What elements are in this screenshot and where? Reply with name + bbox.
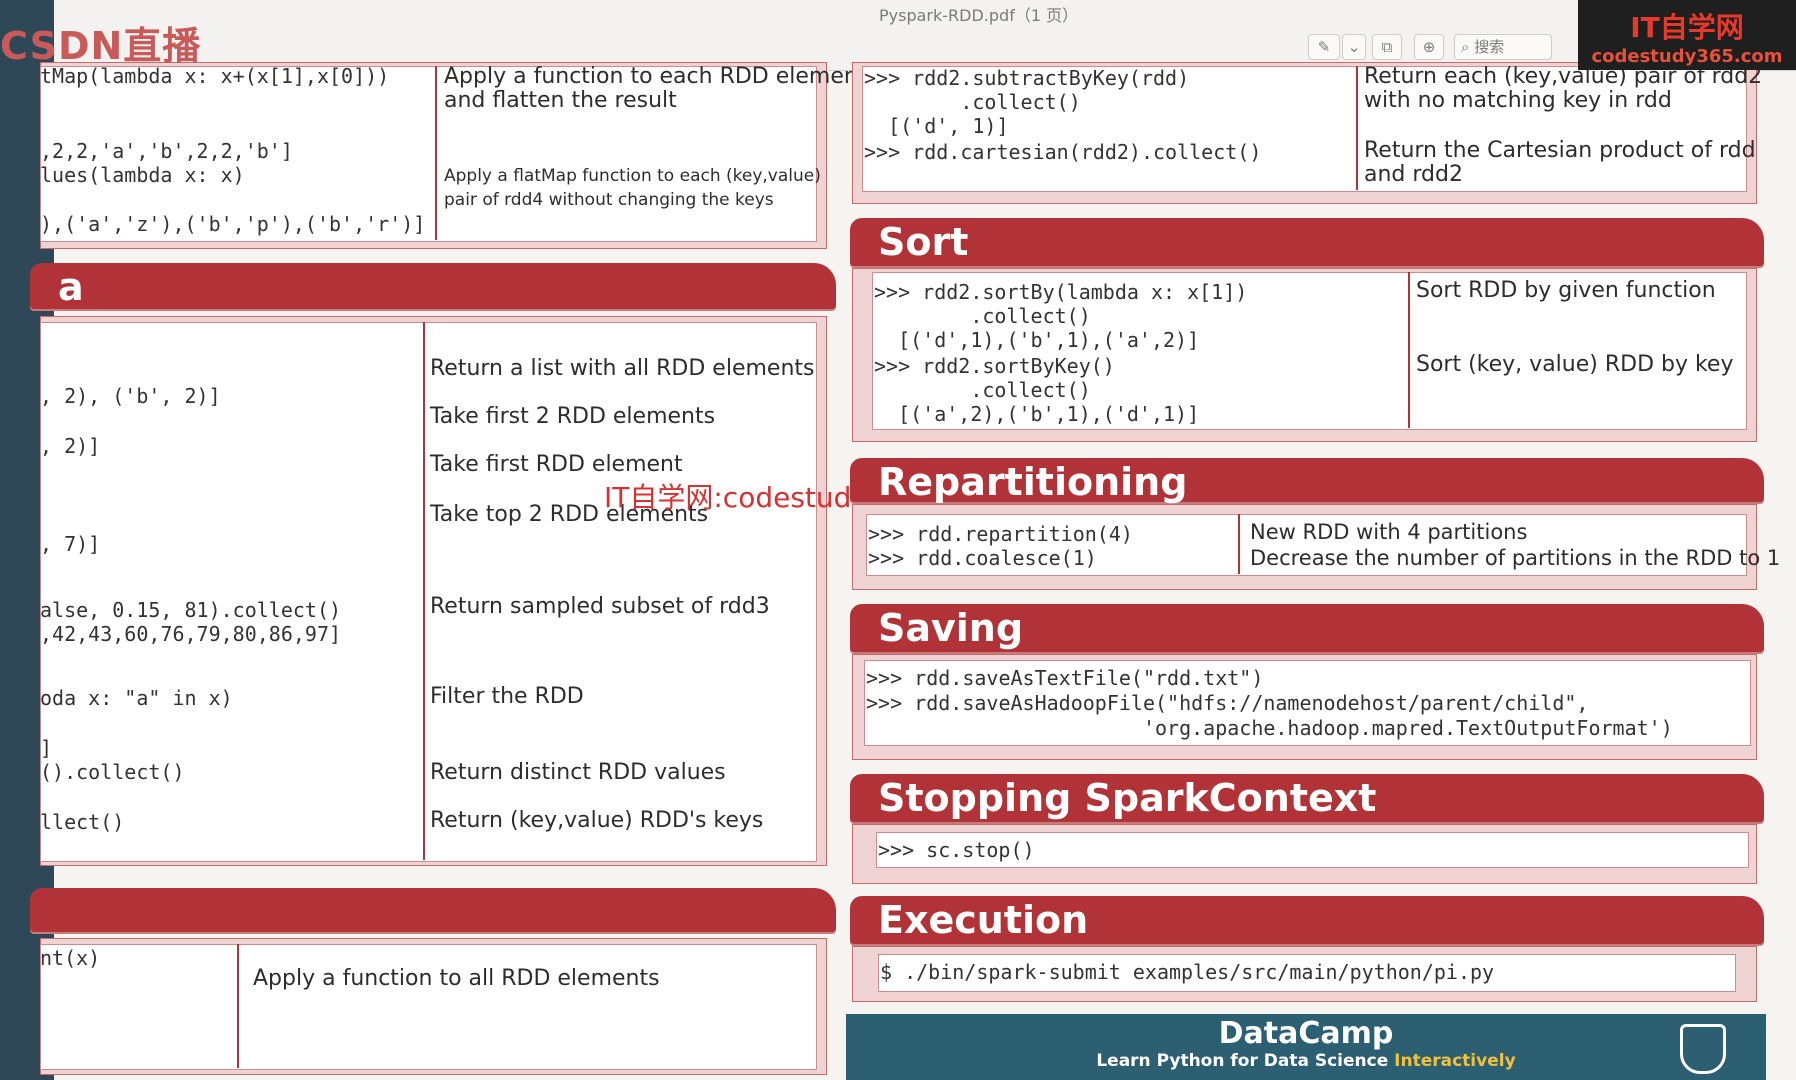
footer-tagline: Learn Python for Data Science — [1096, 1051, 1389, 1071]
footer-brand: DataCamp — [1218, 1016, 1394, 1051]
desc-line: Take first 2 RDD elements — [430, 404, 716, 429]
section-header — [30, 888, 836, 932]
desc-line: Filter the RDD — [430, 684, 584, 709]
datacamp-footer: DataCamp Learn Python for Data Science I… — [846, 1014, 1766, 1080]
desc-line: pair of rdd4 without changing the keys — [444, 190, 774, 210]
code-line: >>> rdd2.sortByKey() .collect() [('a',2)… — [874, 354, 1200, 426]
code-line: oda x: "a" in x) — [40, 686, 233, 710]
it-brand-logo: IT自学网 codestudy365.com — [1578, 0, 1796, 70]
code-line: $ ./bin/spark-submit examples/src/main/p… — [880, 960, 1495, 984]
divider — [423, 322, 425, 860]
code-line: , 7)] — [40, 532, 101, 556]
execution-header: Execution — [850, 896, 1764, 944]
markup-icon[interactable]: ⊕ — [1414, 34, 1444, 60]
datacamp-shield-icon — [1680, 1024, 1726, 1074]
divider — [237, 944, 239, 1068]
stamp-icon[interactable]: ⧉ — [1372, 34, 1402, 60]
csdn-logo: CSDN直播 — [0, 24, 202, 68]
foreach-table — [40, 944, 817, 1070]
window-title: Pyspark-RDD.pdf（1 页） — [879, 6, 1079, 25]
desc-line: New RDD with 4 partitions — [1250, 520, 1528, 544]
desc-line: Return the Cartesian product of rdd — [1364, 138, 1756, 163]
code-line: , 2)] — [40, 434, 101, 458]
code-line: >>> rdd2.sortBy(lambda x: x[1]) .collect… — [874, 280, 1248, 352]
desc-line: and rdd2 — [1364, 162, 1463, 187]
desc-line: Apply a function to all RDD elements — [253, 966, 660, 991]
code-line: ),('a','z'),('b','p'),('b','r')] — [40, 212, 426, 236]
desc-line: Return sampled subset of rdd3 — [430, 594, 770, 619]
code-line: ,2,2,'a','b',2,2,'b'] lues(lambda x: x) — [40, 139, 293, 187]
desc-line: Return (key,value) RDD's keys — [430, 808, 764, 833]
desc-line: Sort (key, value) RDD by key — [1416, 352, 1734, 377]
desc-line: Apply a function to each RDD element — [444, 64, 867, 89]
divider — [1238, 514, 1240, 574]
repartitioning-header: Repartitioning — [850, 458, 1764, 504]
saving-header: Saving — [850, 604, 1764, 652]
footer-tagline-accent: Interactively — [1394, 1051, 1516, 1071]
search-input[interactable]: ⌕ 搜索 — [1454, 34, 1552, 60]
code-line: llect() — [40, 810, 125, 834]
code-line: ] ().collect() — [40, 736, 185, 784]
desc-line: and flatten the result — [444, 88, 677, 113]
divider — [1356, 66, 1358, 190]
desc-line: Return distinct RDD values — [430, 760, 726, 785]
desc-line: Apply a flatMap function to each (key,va… — [444, 166, 821, 186]
divider — [435, 66, 437, 240]
pen-icon[interactable]: ✎ — [1308, 34, 1340, 60]
code-line: >>> rdd2.subtractByKey(rdd) .collect() [… — [864, 66, 1190, 138]
desc-line: Decrease the number of partitions in the… — [1250, 546, 1781, 570]
brand-bottom: codestudy365.com — [1591, 46, 1783, 67]
brand-top: IT自学网 — [1630, 11, 1744, 44]
footer-tagline-row: Learn Python for Data Science Interactiv… — [846, 1051, 1766, 1071]
desc-line: Return a list with all RDD elements — [430, 356, 815, 381]
code-line: nt(x) — [40, 946, 101, 970]
divider — [1408, 272, 1410, 428]
code-line: >>> rdd.saveAsTextFile("rdd.txt") >>> rd… — [866, 666, 1673, 740]
code-line: >>> rdd.repartition(4) >>> rdd.coalesce(… — [868, 522, 1133, 570]
chevron-down-icon[interactable]: ⌄ — [1342, 34, 1366, 60]
desc-line: with no matching key in rdd — [1364, 88, 1672, 113]
search-icon: ⌕ — [1461, 38, 1470, 56]
code-line: >>> sc.stop() — [878, 838, 1035, 862]
desc-line: Take first RDD element — [430, 452, 683, 477]
sort-header: Sort — [850, 218, 1764, 266]
desc-line: Sort RDD by given function — [1416, 278, 1716, 303]
code-line: , 2), ('b', 2)] — [40, 384, 221, 408]
stopping-header: Stopping SparkContext — [850, 774, 1764, 822]
code-line: >>> rdd.cartesian(rdd2).collect() — [864, 140, 1262, 164]
code-line: alse, 0.15, 81).collect() ,42,43,60,76,7… — [40, 598, 342, 646]
search-placeholder: 搜索 — [1474, 38, 1505, 56]
section-header: a — [30, 263, 836, 309]
window-titlebar: Pyspark-RDD.pdf（1 页） ✎ ⌄ ⧉ ⊕ ⌕ 搜索 — [54, 0, 1796, 71]
